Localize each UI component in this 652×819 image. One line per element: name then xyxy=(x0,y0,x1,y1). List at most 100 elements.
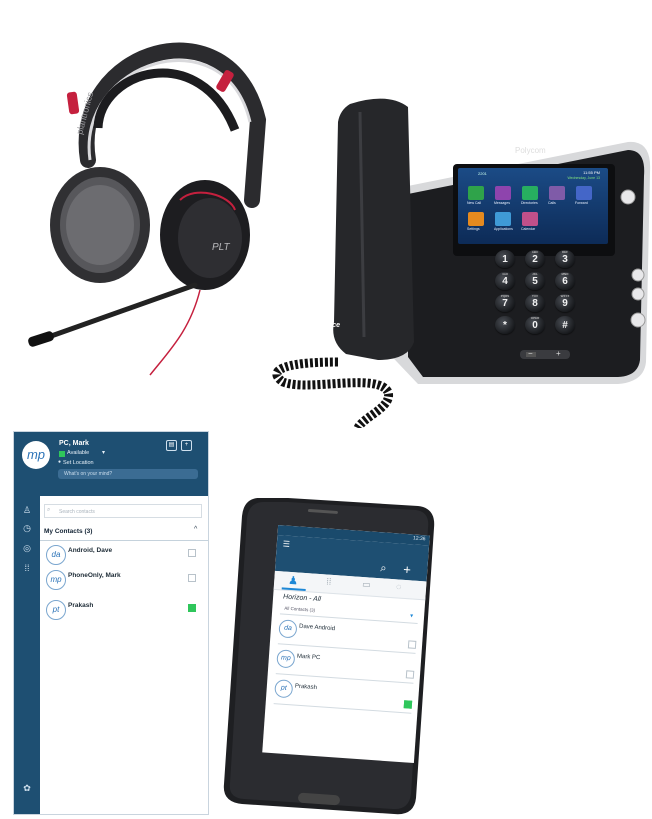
screen-app-tile[interactable] xyxy=(495,212,511,226)
contact-avatar[interactable]: mp xyxy=(46,570,66,590)
keypad-key[interactable]: JKL 5 xyxy=(525,272,545,290)
screen-app-label: Applications xyxy=(494,227,513,231)
contact-name[interactable]: Mark PC xyxy=(297,654,321,662)
divider xyxy=(273,703,412,714)
keypad-key[interactable]: # xyxy=(555,316,575,334)
keypad-key[interactable]: GHI 4 xyxy=(495,272,515,290)
keypad-key-digit: 1 xyxy=(502,254,508,265)
set-location-link[interactable]: Set Location xyxy=(63,460,94,466)
keypad-key[interactable]: MNO 6 xyxy=(555,272,575,290)
desktop-client-window: mp PC, Mark Available ▾ ● Set Location W… xyxy=(13,431,209,815)
user-avatar[interactable]: mp xyxy=(22,441,50,469)
contact-avatar[interactable]: da xyxy=(46,545,66,565)
volume-down-button[interactable]: − xyxy=(528,349,533,358)
divider xyxy=(40,540,208,541)
tab-contacts-icon[interactable]: ♟ xyxy=(288,574,299,588)
screen-app-label: New Call xyxy=(467,201,482,205)
keypad-key-letters: GHI xyxy=(502,272,508,276)
contact-avatar[interactable]: mp xyxy=(276,649,296,669)
screen-app-tile[interactable] xyxy=(576,186,592,200)
directory-title[interactable]: Horizon - All xyxy=(283,594,321,604)
location-pin-icon: ● xyxy=(58,459,62,465)
keypad-key[interactable]: DEF 3 xyxy=(555,250,575,268)
hdvoice-badge: HDvoice xyxy=(312,322,341,329)
keypad-key-letters: JKL xyxy=(532,272,538,276)
keypad-key[interactable]: ABC 2 xyxy=(525,250,545,268)
keypad-key[interactable]: * xyxy=(495,316,515,334)
keypad-key-digit: 4 xyxy=(502,276,508,287)
keypad-key[interactable]: 1 xyxy=(495,250,515,268)
keypad-key-digit: 6 xyxy=(562,276,568,287)
screen-app-label: Calendar xyxy=(521,227,536,231)
screen-app-tile[interactable] xyxy=(468,212,484,226)
contacts-icon[interactable]: ♙ xyxy=(21,504,33,516)
screen-date: Wednesday, June 13 xyxy=(567,176,600,180)
contact-name[interactable]: Prakash xyxy=(68,602,93,609)
tab-chat-icon[interactable]: ◌ xyxy=(396,581,402,591)
contact-name[interactable]: Android, Dave xyxy=(68,547,112,554)
call-history-icon[interactable]: ◷ xyxy=(21,522,33,534)
settings-gear-icon[interactable]: ✿ xyxy=(21,782,33,794)
mood-input[interactable]: What's on your mind? xyxy=(58,469,198,479)
contact-name[interactable]: Dave Android xyxy=(299,624,335,632)
plt-logo: PLT xyxy=(212,242,230,253)
phone-screen[interactable]: 2201 11:55 PM Wednesday, June 13 New Cal… xyxy=(458,168,608,244)
dialpad-icon[interactable]: ⁞⁞ xyxy=(21,562,33,574)
keypad-key-letters: WXYZ xyxy=(560,294,570,298)
keypad-key-digit: 3 xyxy=(562,254,568,265)
keypad-key-digit: 8 xyxy=(532,298,538,309)
desk-phone-image xyxy=(272,98,651,428)
volume-up-button[interactable]: + xyxy=(556,349,561,358)
screen-app-tile[interactable] xyxy=(495,186,511,200)
keypad-key[interactable]: TUV 8 xyxy=(525,294,545,312)
presence-indicator xyxy=(407,640,417,649)
contact-group-label[interactable]: My Contacts (3) xyxy=(44,528,92,535)
search-icon[interactable]: ⌕ xyxy=(380,562,387,575)
keypad-key-letters: OPER xyxy=(530,316,540,320)
presence-indicator xyxy=(188,574,196,582)
contact-name[interactable]: PhoneOnly, Mark xyxy=(68,572,121,579)
keypad-key-letters: ABC xyxy=(531,250,539,254)
user-name: PC, Mark xyxy=(59,440,89,447)
contact-avatar[interactable]: pt xyxy=(274,679,294,699)
divider xyxy=(279,613,418,624)
screen-app-label: Calls xyxy=(548,201,556,205)
divider xyxy=(277,643,416,654)
divider xyxy=(275,673,414,684)
keypad-key-digit: 9 xyxy=(562,298,568,309)
contact-name[interactable]: Prakash xyxy=(295,684,317,692)
screen-app-label: Messages xyxy=(494,201,510,205)
screen-app-label: Settings xyxy=(467,227,480,231)
presence-indicator xyxy=(403,700,413,709)
screen-line-label: 2201 xyxy=(478,171,487,176)
keypad-key[interactable]: PQRS 7 xyxy=(495,294,515,312)
chat-icon[interactable]: ◎ xyxy=(21,542,33,554)
contact-avatar[interactable]: pt xyxy=(46,600,66,620)
screen-app-tile[interactable] xyxy=(549,186,565,200)
chevron-down-icon[interactable]: ▾ xyxy=(102,449,105,456)
presence-indicator xyxy=(188,549,196,557)
screen-clock: 11:55 PM xyxy=(583,170,600,175)
mobile-screen: 12:36 ☰ ⌕ + ♟ ⁞⁞ ▭ ◌ Horizon - All All C… xyxy=(262,524,430,764)
add-icon[interactable]: + xyxy=(181,440,192,451)
screen-app-tile[interactable] xyxy=(522,212,538,226)
menu-icon[interactable]: ☰ xyxy=(283,539,291,548)
chevron-up-icon[interactable]: ^ xyxy=(194,526,197,533)
tab-camera-icon[interactable]: ▭ xyxy=(362,579,371,591)
presence-indicator xyxy=(188,604,196,612)
tab-dialpad-icon[interactable]: ⁞⁞ xyxy=(326,576,332,586)
contact-card-icon[interactable]: ▤ xyxy=(166,440,177,451)
status-dropdown[interactable]: Available xyxy=(67,450,89,456)
contact-avatar[interactable]: da xyxy=(278,619,298,639)
search-input[interactable]: Search contacts xyxy=(44,504,202,518)
chevron-down-icon[interactable]: ▾ xyxy=(410,612,413,619)
keypad-key[interactable]: WXYZ 9 xyxy=(555,294,575,312)
keypad-key-letters: MNO xyxy=(561,272,569,276)
screen-app-tile[interactable] xyxy=(522,186,538,200)
keypad-key[interactable]: OPER 0 xyxy=(525,316,545,334)
keypad-key-digit: 7 xyxy=(502,298,508,309)
screen-app-tile[interactable] xyxy=(468,186,484,200)
keypad-key-digit: 2 xyxy=(532,254,538,265)
add-icon[interactable]: + xyxy=(403,562,412,577)
contacts-filter[interactable]: All Contacts (3) xyxy=(284,606,315,613)
